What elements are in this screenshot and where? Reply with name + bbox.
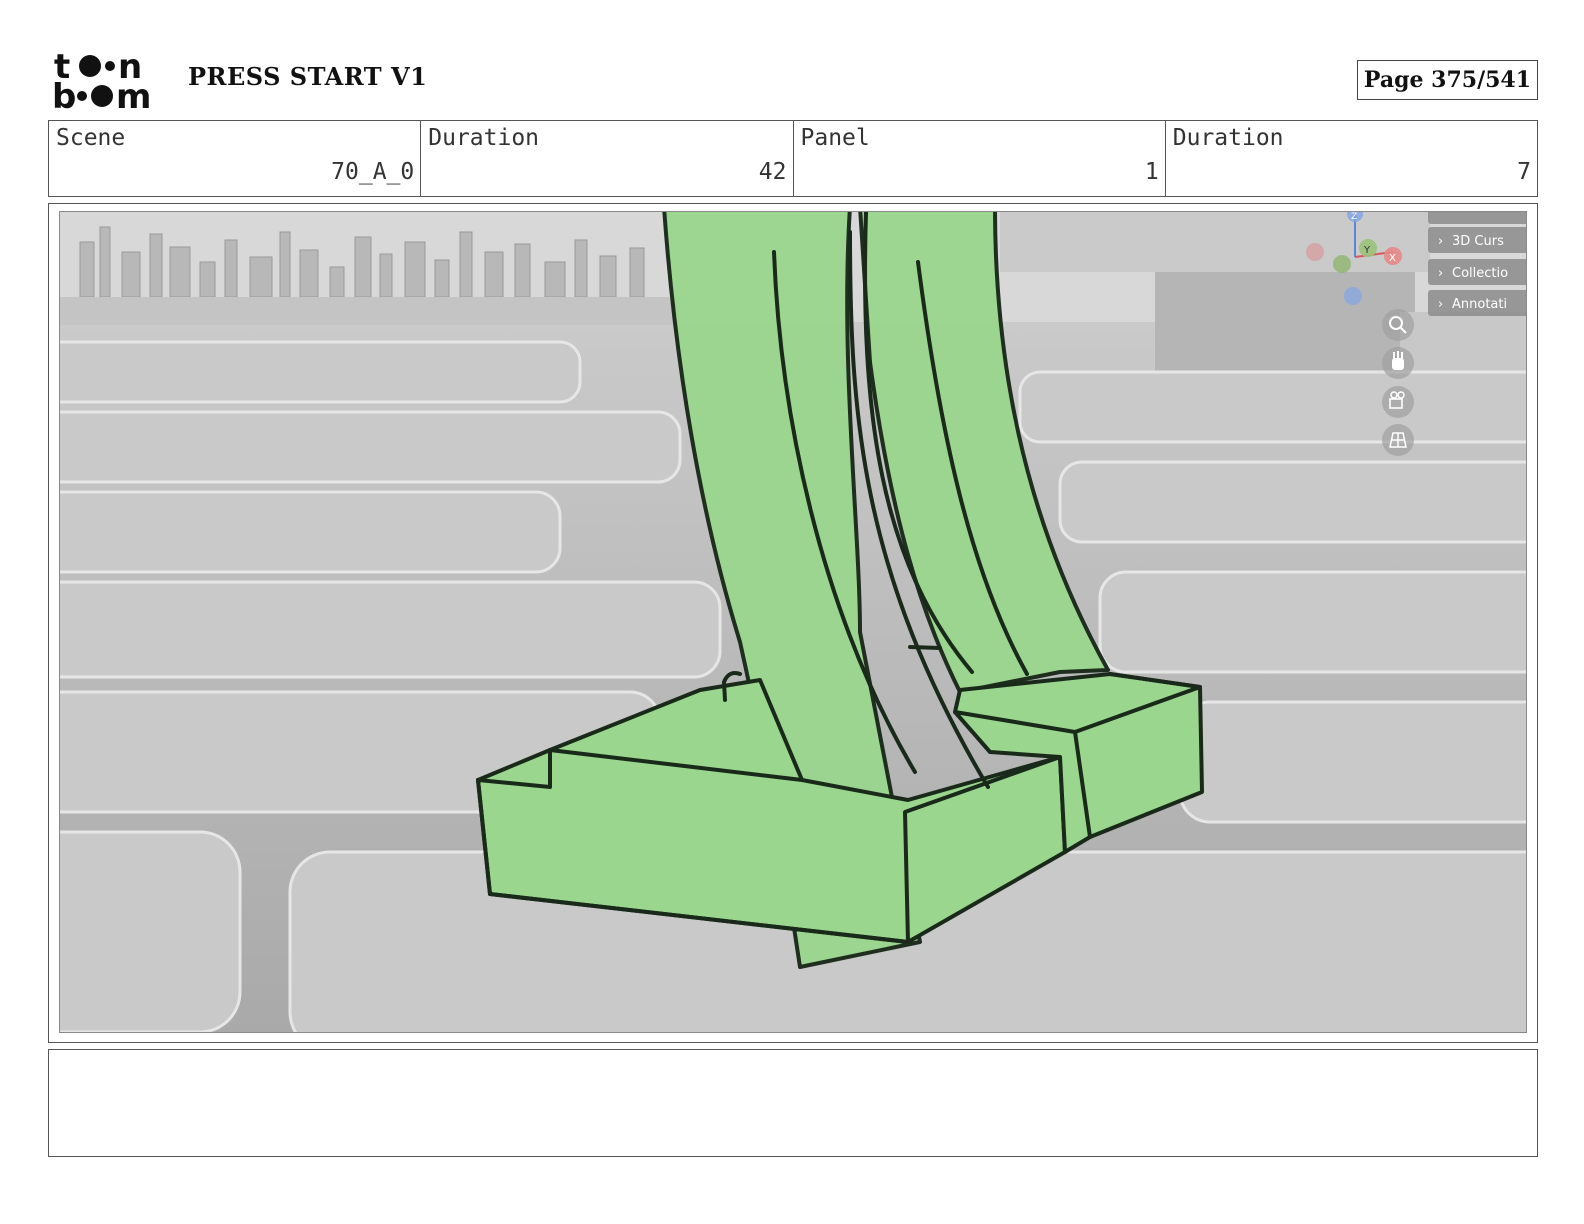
menu-item-annotation[interactable]: › Annotati — [1428, 290, 1527, 316]
gizmo-x-label: X — [1389, 253, 1396, 264]
svg-text:›: › — [1438, 234, 1443, 249]
svg-text:›: › — [1438, 297, 1443, 312]
svg-text:m: m — [116, 77, 151, 112]
page-number: Page 375/541 — [1357, 60, 1538, 100]
grid-icon[interactable] — [1382, 424, 1414, 456]
menu-item-annotation-label: Annotati — [1452, 297, 1507, 312]
panel-cell: Panel 1 — [794, 121, 1166, 196]
menu-item-3d-cursor[interactable]: › 3D Curs — [1428, 227, 1527, 253]
panel-duration-cell: Duration 7 — [1166, 121, 1537, 196]
menu-item-3d-cursor-label: 3D Curs — [1452, 234, 1504, 249]
scene-value: 70_A_0 — [331, 159, 415, 185]
panel-duration-value: 7 — [1517, 159, 1531, 185]
panel-notes — [48, 1049, 1538, 1157]
zoom-icon[interactable] — [1382, 309, 1414, 341]
scene-duration-value: 42 — [758, 159, 787, 185]
panel-frame: Y X Z › 3D Curs › Collectio › Annotati — [48, 203, 1538, 1043]
panel-label: Panel — [800, 125, 870, 151]
camera-icon[interactable] — [1382, 386, 1414, 418]
gizmo-z-label: Z — [1351, 212, 1357, 222]
sidebar-menu: › 3D Curs › Collectio › Annotati — [1428, 212, 1527, 316]
svg-text:b: b — [52, 77, 76, 112]
scene-duration-cell: Duration 42 — [421, 121, 794, 196]
panel-info-table: Scene 70_A_0 Duration 42 Panel 1 Duratio… — [48, 120, 1538, 197]
toon-boom-logo: t n b m — [52, 47, 164, 117]
gizmo-y-label: Y — [1363, 245, 1371, 256]
scene-label: Scene — [56, 125, 126, 151]
menu-item-collection[interactable]: › Collectio — [1428, 259, 1527, 285]
panel-value: 1 — [1144, 159, 1159, 185]
panel-duration-label: Duration — [1172, 125, 1284, 151]
scene-duration-label: Duration — [428, 125, 540, 151]
menu-item-collection-label: Collectio — [1452, 266, 1508, 281]
scene-cell: Scene 70_A_0 — [49, 121, 422, 196]
hand-icon[interactable] — [1382, 347, 1414, 379]
panel-image: Y X Z › 3D Curs › Collectio › Annotati — [59, 211, 1527, 1033]
svg-text:›: › — [1438, 266, 1443, 281]
project-title: PRESS START V1 — [188, 62, 428, 91]
